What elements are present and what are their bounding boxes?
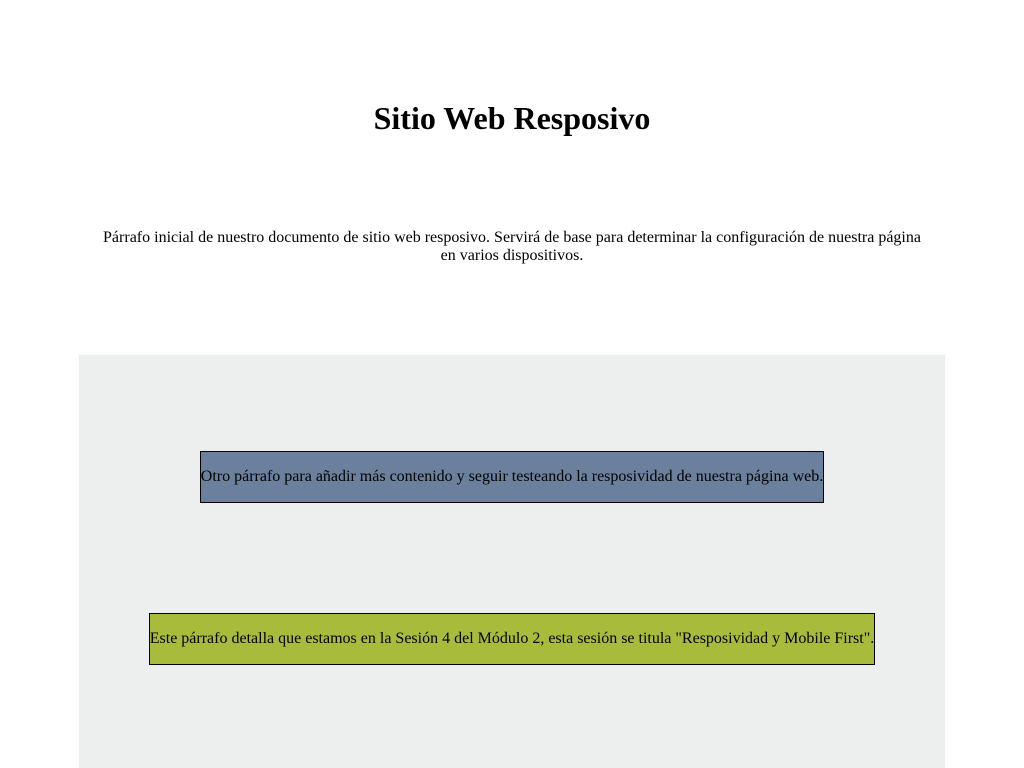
intro-paragraph: Párrafo inicial de nuestro documento de … xyxy=(103,229,921,264)
content-section: Otro párrafo para añadir más contenido y… xyxy=(79,355,945,768)
green-paragraph-box: Este párrafo detalla que estamos en la S… xyxy=(149,613,875,665)
page: Sitio Web Resposivo Párrafo inicial de n… xyxy=(0,0,1024,768)
blue-paragraph-box: Otro párrafo para añadir más contenido y… xyxy=(200,451,824,503)
page-title: Sitio Web Resposivo xyxy=(373,100,651,136)
